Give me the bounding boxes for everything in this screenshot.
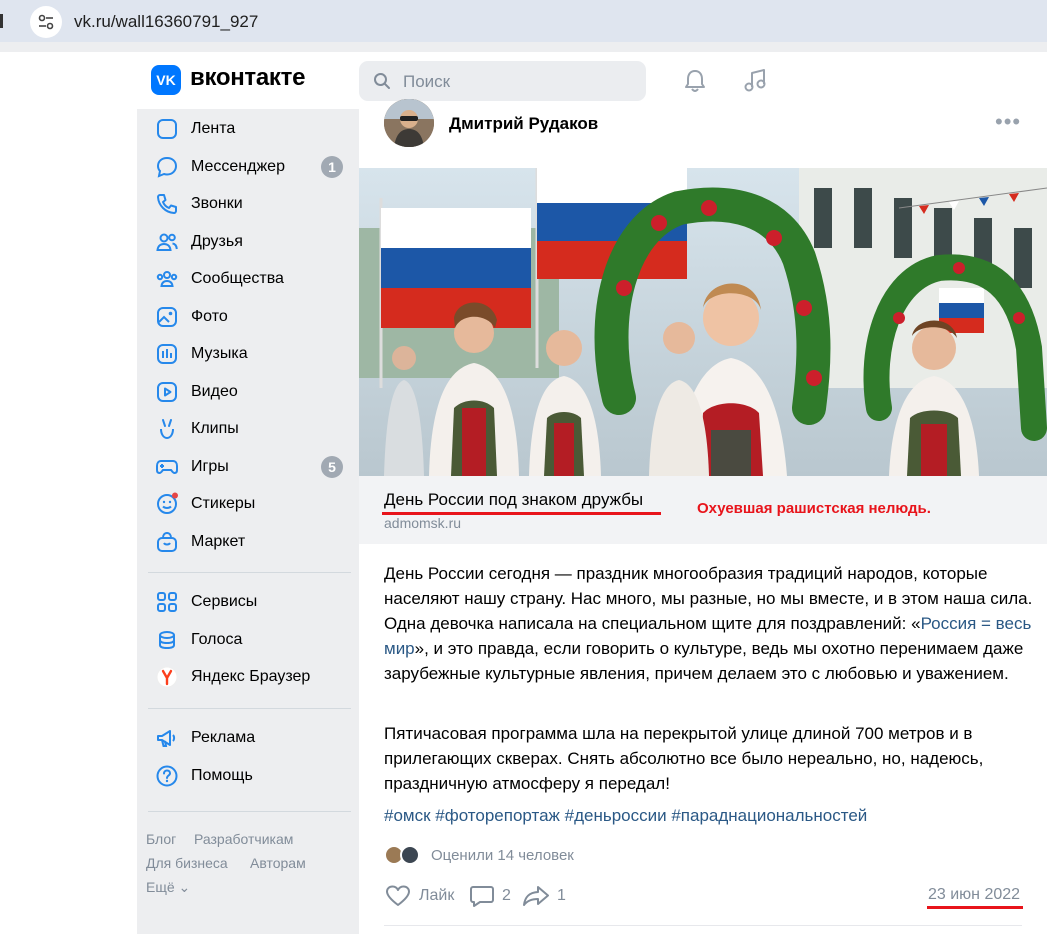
sidebar-item-label: Помощь: [191, 767, 253, 784]
sidebar-item-label: Реклама: [191, 729, 256, 746]
browser-edge-marker: [0, 14, 3, 28]
share-icon: [523, 886, 549, 906]
market-icon: [157, 531, 177, 552]
sidebar-item-label: Голоса: [191, 631, 243, 648]
stickers-icon: [157, 492, 178, 514]
sidebar-item-yandex-browser[interactable]: Яндекс Браузер: [155, 662, 355, 692]
sidebar-item-label: Стикеры: [191, 495, 256, 512]
sidebar-item-label: Игры: [191, 458, 229, 475]
sidebar-item-help[interactable]: Помощь: [155, 761, 355, 791]
phone-icon: [157, 194, 177, 214]
post-paragraph-1: День России сегодня — праздник многообра…: [384, 561, 1034, 686]
sidebar-divider: [148, 572, 351, 573]
vk-logo-icon[interactable]: VK: [151, 65, 181, 95]
photo-icon: [157, 307, 177, 327]
post-text-part: », и это правда, если говорить о культур…: [384, 639, 1024, 683]
sidebar-item-votes[interactable]: Голоса: [155, 625, 355, 655]
like-button[interactable]: Лайк: [385, 884, 465, 908]
sidebar-item-ads[interactable]: Реклама: [155, 723, 355, 753]
music-note-icon[interactable]: [741, 67, 769, 95]
sidebar-item-stickers[interactable]: Стикеры: [155, 489, 355, 519]
sidebar-item-feed[interactable]: Лента: [155, 114, 355, 144]
footer-link-developers[interactable]: Разработчикам: [194, 831, 293, 847]
link-card-source[interactable]: admomsk.ru: [384, 515, 461, 531]
sidebar-item-label: Маркет: [191, 533, 246, 550]
sidebar-item-market[interactable]: Маркет: [155, 527, 355, 557]
left-white-area: [0, 109, 137, 934]
friends-icon: [156, 233, 178, 251]
sidebar-item-label: Фото: [191, 308, 228, 325]
sidebar-item-label: Мессенджер: [191, 158, 285, 175]
music-icon: [157, 344, 177, 364]
video-icon: [157, 382, 177, 402]
tune-icon: [38, 14, 54, 30]
footer-link-more[interactable]: Ещё ⌄: [146, 879, 190, 896]
games-badge: 5: [321, 456, 343, 478]
footer-link-authors[interactable]: Авторам: [250, 855, 306, 871]
sidebar-divider: [148, 708, 351, 709]
sidebar-item-calls[interactable]: Звонки: [155, 189, 355, 219]
likers-count-text[interactable]: Оценили 14 человек: [431, 847, 574, 864]
post-photo[interactable]: [359, 168, 1047, 476]
post-hashtags[interactable]: #омск #фоторепортаж #деньроссии #парадна…: [384, 806, 867, 826]
sidebar-divider: [148, 811, 351, 812]
comment-button[interactable]: 2: [469, 884, 519, 908]
comment-count: 2: [502, 887, 511, 904]
sidebar-item-photos[interactable]: Фото: [155, 302, 355, 332]
site-settings-button[interactable]: [30, 6, 62, 38]
red-underline-annotation: [927, 906, 1023, 909]
sidebar-item-label: Сервисы: [191, 593, 258, 610]
sidebar-item-messenger[interactable]: Мессенджер 1: [155, 152, 355, 182]
sidebar-item-label: Музыка: [191, 345, 248, 362]
sidebar-item-music[interactable]: Музыка: [155, 339, 355, 369]
sidebar-item-label: Яндекс Браузер: [191, 668, 311, 685]
footer-link-business[interactable]: Для бизнеса: [146, 855, 228, 871]
news-icon: [157, 119, 177, 139]
communities-icon: [156, 271, 178, 287]
unread-badge: 1: [321, 156, 343, 178]
red-annotation-text: Охуевшая рашистская нелюдь.: [697, 500, 931, 517]
share-button[interactable]: 1: [522, 884, 572, 908]
yandex-icon: [156, 666, 178, 688]
share-count: 1: [557, 887, 566, 904]
footer-link-blog[interactable]: Блог: [146, 831, 176, 847]
more-options-icon[interactable]: •••: [995, 111, 1021, 133]
sidebar-item-label: Друзья: [191, 233, 243, 250]
post-author-name[interactable]: Дмитрий Рудаков: [449, 114, 598, 134]
post-bottom-divider: [384, 925, 1022, 926]
like-label: Лайк: [419, 887, 455, 904]
sidebar-item-friends[interactable]: Друзья: [155, 227, 355, 257]
link-card-title[interactable]: День России под знаком дружбы: [384, 490, 643, 510]
help-icon: [156, 765, 178, 787]
sidebar-item-services[interactable]: Сервисы: [155, 587, 355, 617]
url-text[interactable]: vk.ru/wall16360791_927: [74, 12, 258, 32]
ads-icon: [157, 730, 176, 747]
post-paragraph-2: Пятичасовая программа шла на перекрытой …: [384, 724, 984, 793]
sidebar-item-label: Клипы: [191, 420, 239, 437]
comment-icon: [470, 886, 494, 907]
sidebar-item-label: Видео: [191, 383, 238, 400]
games-icon: [156, 460, 178, 475]
search-input[interactable]: Поиск: [359, 61, 646, 101]
services-icon: [157, 592, 177, 612]
browser-address-bar: vk.ru/wall16360791_927: [0, 0, 1047, 42]
vk-logo-text[interactable]: вконтакте: [190, 64, 305, 92]
sidebar-item-games[interactable]: Игры 5: [155, 452, 355, 482]
notifications-bell-icon[interactable]: [681, 67, 709, 95]
search-placeholder: Поиск: [403, 72, 451, 91]
liker-avatar: [400, 845, 420, 865]
heart-icon: [386, 885, 410, 906]
avatar[interactable]: [384, 99, 434, 147]
search-icon: [374, 73, 390, 89]
sidebar-item-label: Звонки: [191, 195, 243, 212]
sidebar-item-video[interactable]: Видео: [155, 377, 355, 407]
votes-icon: [159, 631, 175, 650]
sidebar-item-communities[interactable]: Сообщества: [155, 264, 355, 294]
sidebar-item-label: Лента: [191, 120, 236, 137]
sidebar-item-clips[interactable]: Клипы: [155, 414, 355, 444]
sidebar-item-label: Сообщества: [191, 270, 284, 287]
clips-icon: [160, 419, 174, 440]
post-date[interactable]: 23 июн 2022: [928, 886, 1020, 904]
messenger-icon: [156, 156, 178, 178]
